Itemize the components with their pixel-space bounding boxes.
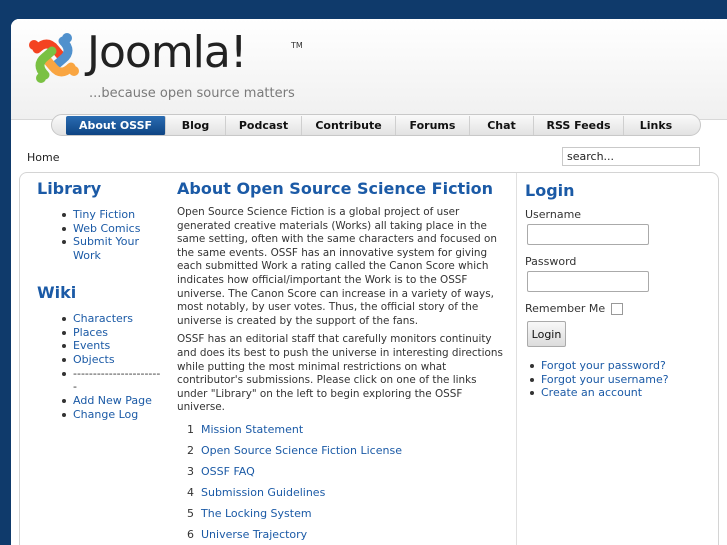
wiki-item-objects[interactable]: Objects: [37, 353, 162, 367]
wiki-item-events[interactable]: Events: [37, 339, 162, 353]
login-links: Forgot your password? Forgot your userna…: [525, 359, 716, 400]
password-field[interactable]: [527, 271, 649, 292]
logo-trademark: TM: [291, 41, 303, 50]
forgot-password-link[interactable]: Forgot your password?: [525, 359, 716, 373]
list-item[interactable]: 4 Submission Guidelines: [177, 486, 507, 507]
nav-links[interactable]: Links: [624, 116, 688, 135]
nav-about-ossf[interactable]: About OSSF: [66, 116, 166, 135]
main-nav: About OSSF Blog Podcast Contribute Forum…: [51, 114, 701, 136]
wiki-item-places[interactable]: Places: [37, 326, 162, 340]
article-paragraph: Open Source Science Fiction is a global …: [177, 206, 497, 327]
content-area: Library Tiny Fiction Web Comics Submit Y…: [19, 172, 719, 545]
forgot-username-link[interactable]: Forgot your username?: [525, 373, 716, 387]
breadcrumb[interactable]: Home: [27, 151, 59, 164]
logo-wordmark: Joomla!: [87, 27, 248, 78]
remember-me-label: Remember Me: [525, 302, 606, 315]
nav-forums[interactable]: Forums: [396, 116, 470, 135]
tagline: ...because open source matters: [89, 86, 295, 101]
wiki-item-characters[interactable]: Characters: [37, 312, 162, 326]
nav-blog[interactable]: Blog: [166, 116, 226, 135]
username-field[interactable]: [527, 224, 649, 245]
wiki-menu: Characters Places Events Objects -------…: [37, 312, 162, 422]
article-paragraph: OSSF has an editorial staff that careful…: [177, 333, 503, 414]
nav-rss-feeds[interactable]: RSS Feeds: [534, 116, 624, 135]
left-sidebar: Library Tiny Fiction Web Comics Submit Y…: [37, 179, 162, 421]
library-title: Library: [37, 179, 102, 198]
article-title: About Open Source Science Fiction: [177, 179, 494, 198]
login-button[interactable]: Login: [527, 321, 566, 347]
login-title: Login: [525, 181, 575, 200]
library-item[interactable]: Tiny Fiction: [37, 208, 162, 222]
wiki-item-add-new-page[interactable]: Add New Page: [37, 394, 162, 408]
list-item[interactable]: 1 Mission Statement: [177, 423, 507, 444]
header: Joomla! TM ...because open source matter…: [11, 19, 727, 120]
page: Joomla! TM ...because open source matter…: [11, 19, 727, 545]
library-item[interactable]: Submit Your Work: [37, 235, 162, 262]
library-menu: Tiny Fiction Web Comics Submit Your Work: [37, 208, 162, 263]
password-label: Password: [525, 255, 577, 268]
search-input[interactable]: [562, 147, 700, 166]
nav-contribute[interactable]: Contribute: [302, 116, 396, 135]
nav-chat[interactable]: Chat: [470, 116, 534, 135]
list-item[interactable]: 2 Open Source Science Fiction License: [177, 444, 507, 465]
nav-podcast[interactable]: Podcast: [226, 116, 302, 135]
wiki-item-change-log[interactable]: Change Log: [37, 408, 162, 422]
joomla-logo-icon: [29, 33, 79, 83]
username-label: Username: [525, 208, 582, 221]
list-item[interactable]: 3 OSSF FAQ: [177, 465, 507, 486]
remember-me-checkbox[interactable]: [611, 302, 624, 315]
create-account-link[interactable]: Create an account: [525, 386, 716, 400]
list-item[interactable]: 5 The Locking System: [177, 507, 507, 528]
remember-me-row: Remember Me: [525, 302, 716, 315]
article: About Open Source Science Fiction Open S…: [177, 179, 507, 545]
list-item[interactable]: 6 Universe Trajectory: [177, 528, 507, 545]
wiki-separator: -----------------------: [37, 367, 162, 394]
article-links-list: 1 Mission Statement 2 Open Source Science …: [177, 423, 507, 545]
wiki-title: Wiki: [37, 282, 77, 302]
library-item[interactable]: Web Comics: [37, 222, 162, 236]
login-module: Login Username Password Remember Me Logi…: [516, 173, 716, 545]
